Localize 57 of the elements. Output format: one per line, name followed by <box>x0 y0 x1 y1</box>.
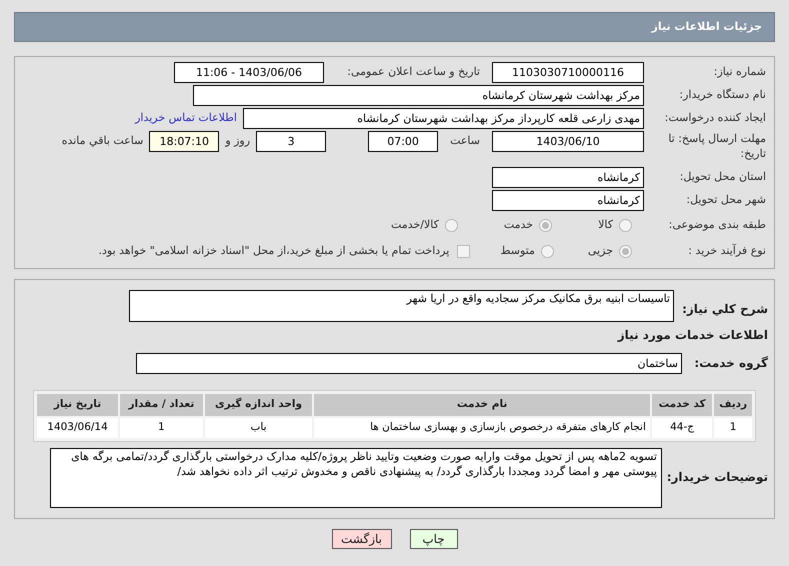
description-textarea[interactable]: تاسیسات ابنیه برق مکانیک مرکز سجادیه واقع در اریا شهر <box>129 290 674 322</box>
time-label: ساعت <box>450 133 480 150</box>
remaining-label: ساعت باقي مانده <box>62 133 144 150</box>
text-field[interactable]: 3 <box>256 131 326 152</box>
text-field[interactable]: 1103030710000116 <box>492 62 644 83</box>
print-button[interactable]: چاپ <box>410 528 458 548</box>
field-label: استان محل تحویل: <box>680 170 766 184</box>
radio-label: خدمت <box>504 216 534 233</box>
table-cell: ج-44 <box>652 418 712 438</box>
table-cell: 1 <box>714 418 752 438</box>
text-field[interactable]: 1403/06/06 - 11:06 <box>174 62 324 83</box>
text-field[interactable]: ساختمان <box>136 352 682 374</box>
buyer-contact-link[interactable]: اطلاعات تماس خریدار <box>135 110 237 127</box>
column-header: تاریخ نیاز <box>37 394 118 416</box>
table-cell: انجام کارهای متفرقه درخصوص بازسازی و بهسازی ساختمان ها <box>314 418 650 438</box>
text-field[interactable]: کرمانشاه <box>492 167 644 188</box>
radio-button[interactable] <box>444 218 458 232</box>
radio-label: کالا/خدمت <box>391 216 439 233</box>
field-label: توضیحات خریدار: <box>666 470 768 484</box>
page-title: جزئیات اطلاعات نیاز <box>652 18 762 35</box>
column-header: کد خدمت <box>652 394 712 416</box>
text-field[interactable]: 1403/06/10 <box>492 131 644 152</box>
radio-button[interactable] <box>619 218 632 232</box>
text-field[interactable]: 07:00 <box>368 131 438 152</box>
text-field[interactable]: مرکز بهداشت شهرستان کرمانشاه <box>193 85 644 106</box>
table-cell: 1 <box>120 418 203 438</box>
table-cell: باب <box>204 418 312 438</box>
back-button[interactable]: بازگشت <box>332 528 392 548</box>
field-label: مهلت ارسال پاسخ: تا تاریخ: <box>667 131 766 161</box>
column-header: واحد اندازه گیری <box>204 394 312 416</box>
radio-label: کالا <box>598 216 613 233</box>
table-cell: 1403/06/14 <box>37 418 118 438</box>
text-field[interactable]: کرمانشاه <box>492 190 644 211</box>
checkbox[interactable] <box>457 244 470 258</box>
column-header: ردیف <box>714 394 752 416</box>
field-label: شهر محل تحویل: <box>686 193 766 206</box>
column-header: نام خدمت <box>314 394 650 416</box>
field-label: ایجاد کننده درخواست: <box>664 111 766 124</box>
notes-textarea[interactable]: تسویه 2ماهه پس از تحویل موقت وارایه صورت وضعیت وتایید ناظر پروژه/کلیه مدارک درخواستی بارگذاری گردد/تمامی برگه های پیوستی مهر و امضا گردد ومجددا بارگذاری گردد/ به پیشنهادی ناقص و مخدوش ترتیب اثر داده نخواهد شد/ <box>50 448 662 508</box>
radio-button[interactable] <box>539 218 552 232</box>
field-label: شرح كلي نياز: <box>682 302 768 316</box>
countdown-field[interactable]: 18:07:10 <box>149 131 220 152</box>
column-header: تعداد / مقدار <box>120 394 203 416</box>
field-label: طبقه بندی موضوعی: <box>668 218 766 231</box>
radio-button[interactable] <box>540 244 554 258</box>
radio-label: جزیی <box>588 242 613 259</box>
section-heading: اطلاعات خدمات مورد نیاز <box>618 328 768 342</box>
days-label: روز و <box>225 133 250 150</box>
text-field[interactable]: مهدی زارعی قلعه کارپرداز مرکز بهداشت شهرستان کرمانشاه <box>243 108 644 129</box>
radio-button[interactable] <box>619 244 632 258</box>
field-label: نوع فرآیند خرید : <box>688 244 766 257</box>
radio-label: متوسط <box>500 242 535 259</box>
field-label: گروه خدمت: <box>694 356 768 370</box>
checkbox-label: پرداخت تمام یا بخشی از مبلغ خرید،از محل "اسناد خزانه اسلامی" خواهد بود. <box>98 242 450 259</box>
field-label: نام دستگاه خریدار: <box>679 88 766 102</box>
field-label: تاریخ و ساعت اعلان عمومی: <box>347 65 480 78</box>
field-label: شماره نیاز: <box>714 65 766 78</box>
